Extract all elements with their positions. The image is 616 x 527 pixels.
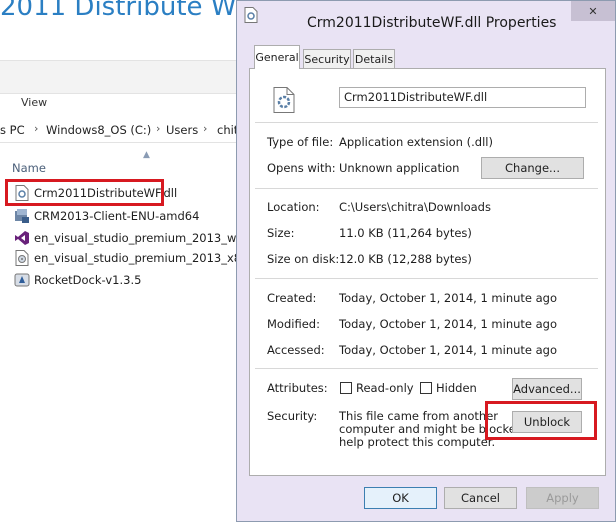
column-header-name[interactable]: Name bbox=[12, 161, 46, 175]
breadcrumb-this-pc[interactable]: s PC bbox=[0, 123, 25, 137]
advanced-button[interactable]: Advanced... bbox=[512, 378, 582, 400]
location-label: Location: bbox=[267, 200, 320, 214]
cancel-button[interactable]: Cancel bbox=[444, 487, 517, 509]
installer-icon bbox=[14, 208, 30, 224]
chevron-right-icon[interactable]: › bbox=[156, 122, 160, 135]
ribbon-tab-view[interactable]: View bbox=[21, 96, 47, 109]
attributes-label: Attributes: bbox=[267, 381, 328, 395]
apply-button[interactable]: Apply bbox=[526, 487, 599, 509]
rocketdock-icon bbox=[14, 272, 30, 288]
tab-security[interactable]: Security bbox=[303, 49, 351, 69]
close-icon: ✕ bbox=[588, 4, 598, 18]
file-name-field[interactable]: Crm2011DistributeWF.dll bbox=[339, 87, 586, 108]
readonly-checkbox[interactable] bbox=[340, 382, 352, 394]
type-label: Type of file: bbox=[267, 135, 334, 149]
type-value: Application extension (.dll) bbox=[339, 135, 493, 149]
file-item[interactable]: en_visual_studio_premium_2013_x86_d bbox=[14, 248, 261, 268]
divider bbox=[255, 368, 598, 369]
file-item[interactable]: en_visual_studio_premium_2013_with_u bbox=[14, 228, 264, 248]
close-button[interactable]: ✕ bbox=[571, 1, 615, 21]
opens-with-label: Opens with: bbox=[267, 161, 336, 175]
accessed-value: Today, October 1, 2014, 1 minute ago bbox=[339, 343, 558, 357]
size-label: Size: bbox=[267, 226, 295, 240]
accessed-label: Accessed: bbox=[267, 343, 325, 357]
change-button[interactable]: Change... bbox=[481, 157, 584, 179]
created-label: Created: bbox=[267, 291, 317, 305]
file-item[interactable]: CRM2013-Client-ENU-amd64 bbox=[14, 206, 199, 226]
created-value: Today, October 1, 2014, 1 minute ago bbox=[339, 291, 558, 305]
file-name: RocketDock-v1.3.5 bbox=[34, 273, 142, 287]
sort-ascending-icon: ▲ bbox=[143, 150, 150, 160]
tab-details[interactable]: Details bbox=[353, 49, 395, 69]
breadcrumb-drive[interactable]: Windows8_OS (C:) bbox=[46, 123, 151, 137]
size-value: 11.0 KB (11,264 bytes) bbox=[339, 226, 472, 240]
file-item[interactable]: RocketDock-v1.3.5 bbox=[14, 270, 141, 290]
disc-image-icon bbox=[14, 250, 30, 266]
divider bbox=[255, 122, 598, 123]
security-text-line-1: This file came from another bbox=[339, 409, 499, 423]
dialog-title: Crm2011DistributeWF.dll Properties bbox=[307, 15, 557, 31]
readonly-label[interactable]: Read-only bbox=[356, 381, 414, 395]
opens-with-value: Unknown application bbox=[339, 161, 460, 175]
tab-general[interactable]: General bbox=[254, 45, 300, 69]
size-on-disk-label: Size on disk: bbox=[267, 252, 340, 266]
dll-file-icon bbox=[244, 7, 258, 26]
file-name: en_visual_studio_premium_2013_with_u bbox=[34, 231, 265, 245]
size-on-disk-value: 12.0 KB (12,288 bytes) bbox=[339, 252, 472, 266]
properties-dialog: Crm2011DistributeWF.dll Properties ✕ Gen… bbox=[236, 0, 616, 522]
dll-file-icon bbox=[273, 87, 295, 116]
highlight-box-file bbox=[5, 179, 164, 206]
ok-button[interactable]: OK bbox=[364, 487, 437, 509]
security-label: Security: bbox=[267, 409, 318, 423]
breadcrumb-users[interactable]: Users bbox=[166, 123, 198, 137]
chevron-right-icon[interactable]: › bbox=[34, 122, 38, 135]
file-name: CRM2013-Client-ENU-amd64 bbox=[34, 209, 200, 223]
hidden-label[interactable]: Hidden bbox=[436, 381, 477, 395]
unblock-button[interactable]: Unblock bbox=[512, 411, 582, 433]
file-name: en_visual_studio_premium_2013_x86_d bbox=[34, 251, 262, 265]
modified-label: Modified: bbox=[267, 317, 320, 331]
dialog-title-bar[interactable]: Crm2011DistributeWF.dll Properties ✕ bbox=[237, 1, 615, 45]
divider bbox=[255, 188, 598, 189]
modified-value: Today, October 1, 2014, 1 minute ago bbox=[339, 317, 558, 331]
security-text-line-3: help protect this computer. bbox=[339, 435, 496, 449]
visual-studio-icon bbox=[14, 230, 30, 246]
chevron-right-icon[interactable]: › bbox=[203, 122, 207, 135]
location-value: C:\Users\chitra\Downloads bbox=[339, 200, 491, 214]
divider bbox=[255, 278, 598, 279]
hidden-checkbox[interactable] bbox=[420, 382, 432, 394]
